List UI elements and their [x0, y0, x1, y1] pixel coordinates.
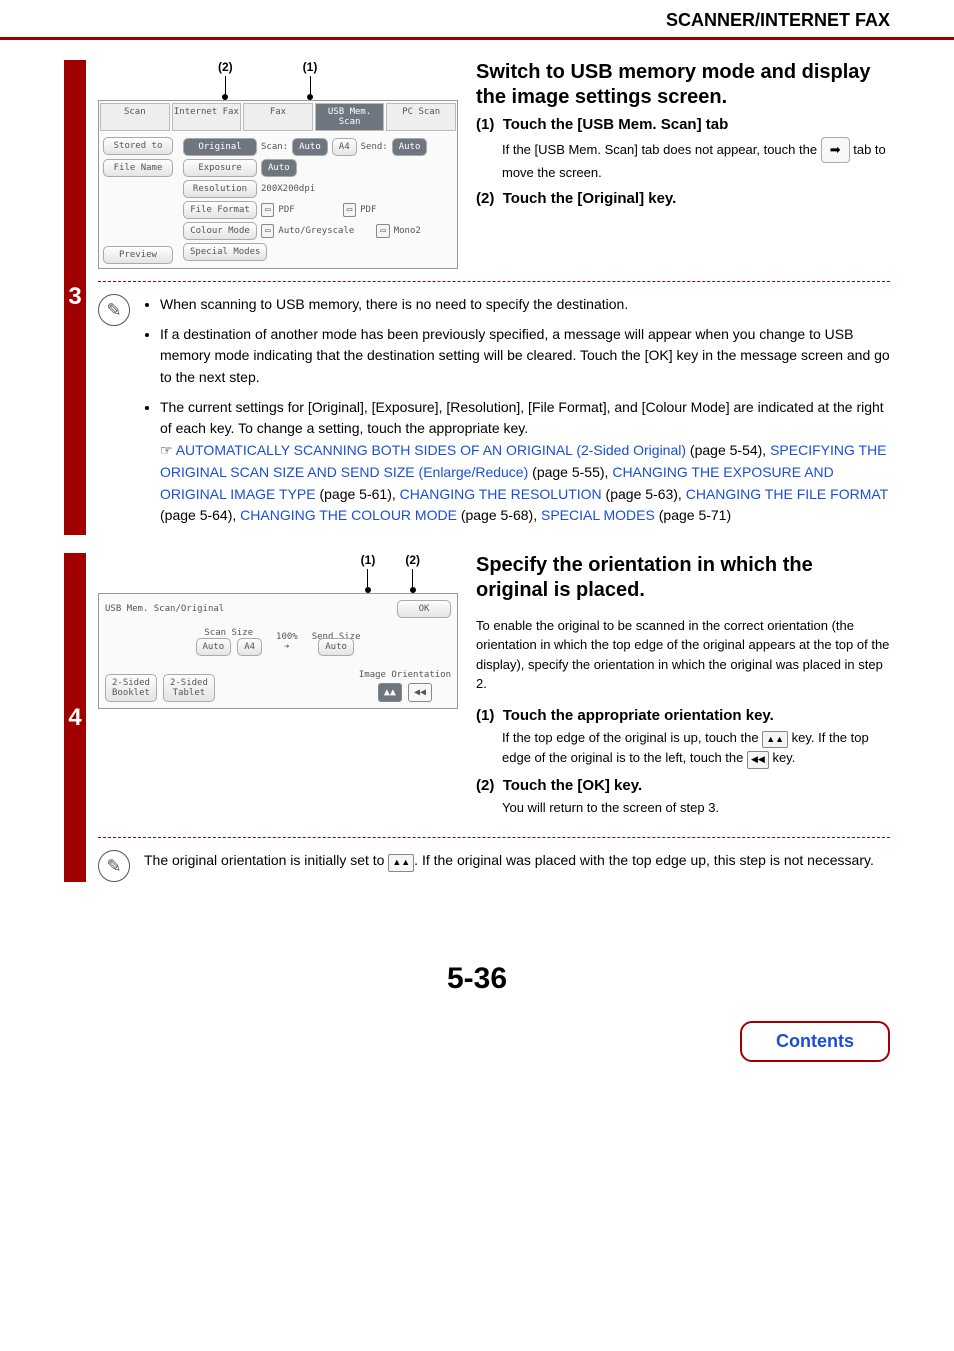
link-special[interactable]: SPECIAL MODES	[541, 507, 655, 523]
ok-button[interactable]: OK	[397, 600, 451, 618]
header-bar: SCANNER/INTERNET FAX	[0, 0, 954, 40]
s4-1-label: (1)	[476, 707, 494, 724]
preview-button[interactable]: Preview	[103, 246, 173, 264]
tab-scan[interactable]: Scan	[100, 103, 170, 131]
exposure-auto[interactable]: Auto	[261, 159, 297, 177]
step-number-3: 3	[64, 60, 86, 535]
divider	[98, 281, 890, 282]
file-name-button[interactable]: File Name	[103, 159, 173, 177]
s4-1: Touch the appropriate orientation key.	[503, 707, 774, 724]
step4-title: Specify the orientation in which the ori…	[476, 553, 890, 603]
page-number: 5-36	[0, 962, 954, 996]
page-body: 3 (2) (1) Scan	[0, 40, 954, 882]
scan-a4[interactable]: A4	[237, 638, 262, 656]
pct-label: 100%	[276, 632, 298, 642]
tab-pc-scan[interactable]: PC Scan	[386, 103, 456, 131]
resolution-key[interactable]: Resolution	[183, 180, 257, 198]
step4-intro: To enable the original to be scanned in …	[476, 616, 890, 694]
orientation-up-key[interactable]: ▲▲	[378, 683, 402, 702]
exposure-key[interactable]: Exposure	[183, 159, 257, 177]
s3-2: Touch the [Original] key.	[503, 190, 677, 207]
scan-auto[interactable]: Auto	[292, 138, 328, 156]
step4-note: The original orientation is initially se…	[144, 850, 890, 872]
link-colour[interactable]: CHANGING THE COLOUR MODE	[240, 507, 457, 523]
orientation-up-icon: ▲▲	[762, 731, 788, 749]
s3-2-label: (2)	[476, 190, 494, 207]
orientation-up-icon-note: ▲▲	[388, 854, 414, 872]
colour-key[interactable]: Colour Mode	[183, 222, 257, 240]
callout-4-1: (1)	[361, 553, 376, 593]
note-icon: ✎	[98, 294, 130, 326]
header-title: SCANNER/INTERNET FAX	[0, 10, 890, 31]
arrow-icon: ➔	[276, 642, 298, 652]
link-resolution[interactable]: CHANGING THE RESOLUTION	[400, 486, 602, 502]
step-3: 3 (2) (1) Scan	[64, 60, 890, 535]
tab-ifax[interactable]: Internet Fax	[172, 103, 242, 131]
tab-usb-mem-scan[interactable]: USB Mem. Scan	[315, 103, 385, 131]
pdf-icon: ▭	[261, 203, 274, 217]
callout-1: (1)	[303, 60, 318, 100]
divider-4	[98, 837, 890, 838]
colour-icon: ▭	[261, 224, 274, 238]
colour-mono: Mono2	[394, 226, 421, 236]
tablet-button[interactable]: 2-Sided Tablet	[163, 674, 215, 702]
s4-1-body: If the top edge of the original is up, t…	[502, 728, 890, 769]
scan-a4[interactable]: A4	[332, 138, 357, 156]
original-key[interactable]: Original	[183, 138, 257, 156]
step3-title: Switch to USB memory mode and display th…	[476, 60, 890, 110]
orientation-left-key[interactable]: ◀◀	[408, 683, 432, 702]
hand-icon: ☞	[160, 442, 173, 458]
note-b1: When scanning to USB memory, there is no…	[160, 294, 890, 316]
scan-label: Scan:	[261, 142, 288, 152]
link-2sided[interactable]: AUTOMATICALLY SCANNING BOTH SIDES OF AN …	[176, 442, 686, 458]
s4-2: Touch the [OK] key.	[503, 777, 642, 794]
send-auto[interactable]: Auto	[318, 638, 354, 656]
scan-auto[interactable]: Auto	[196, 638, 232, 656]
mono-icon: ▭	[376, 224, 389, 238]
pdf-icon-2: ▭	[343, 203, 356, 217]
link-fileformat[interactable]: CHANGING THE FILE FORMAT	[686, 486, 888, 502]
s4-2-body: You will return to the screen of step 3.	[502, 798, 890, 818]
s3-1-body: If the [USB Mem. Scan] tab does not appe…	[502, 137, 890, 182]
send-label: Send:	[361, 142, 388, 152]
s4-2-label: (2)	[476, 777, 494, 794]
tab-fax[interactable]: Fax	[243, 103, 313, 131]
note-b2: If a destination of another mode has bee…	[160, 324, 890, 389]
step-number-4: 4	[64, 553, 86, 883]
original-screen: USB Mem. Scan/Original OK Scan Size Auto…	[98, 593, 458, 709]
note-icon-4: ✎	[98, 850, 130, 882]
pdf-1: PDF	[278, 205, 294, 215]
send-auto[interactable]: Auto	[392, 138, 428, 156]
step3-notes: When scanning to USB memory, there is no…	[144, 294, 890, 527]
colour-auto: Auto/Greyscale	[278, 226, 354, 236]
special-key[interactable]: Special Modes	[183, 243, 267, 261]
booklet-button[interactable]: 2-Sided Booklet	[105, 674, 157, 702]
stored-to-button[interactable]: Stored to	[103, 137, 173, 155]
scan-size-label: Scan Size	[196, 628, 263, 638]
s3-1-label: (1)	[476, 116, 494, 133]
orientation-left-icon: ◀◀	[747, 751, 769, 769]
fileformat-key[interactable]: File Format	[183, 201, 257, 219]
step-4: 4 (1) (2) USB Mem. Scan/Original OK	[64, 553, 890, 883]
resolution-value: 200X200dpi	[261, 184, 315, 194]
callout-2: (2)	[218, 60, 233, 100]
screen-title: USB Mem. Scan/Original	[105, 604, 224, 614]
pdf-2: PDF	[360, 205, 376, 215]
image-orientation-label: Image Orientation	[359, 670, 451, 680]
s3-1: Touch the [USB Mem. Scan] tab	[503, 116, 729, 133]
settings-screen: Scan Internet Fax Fax USB Mem. Scan PC S…	[98, 100, 458, 269]
arrow-tab-icon[interactable]: ➡	[821, 137, 850, 163]
contents-button[interactable]: Contents	[740, 1021, 890, 1062]
callout-4-2: (2)	[405, 553, 420, 593]
mode-tabs: Scan Internet Fax Fax USB Mem. Scan PC S…	[99, 101, 457, 133]
note-b3: The current settings for [Original], [Ex…	[160, 397, 890, 527]
